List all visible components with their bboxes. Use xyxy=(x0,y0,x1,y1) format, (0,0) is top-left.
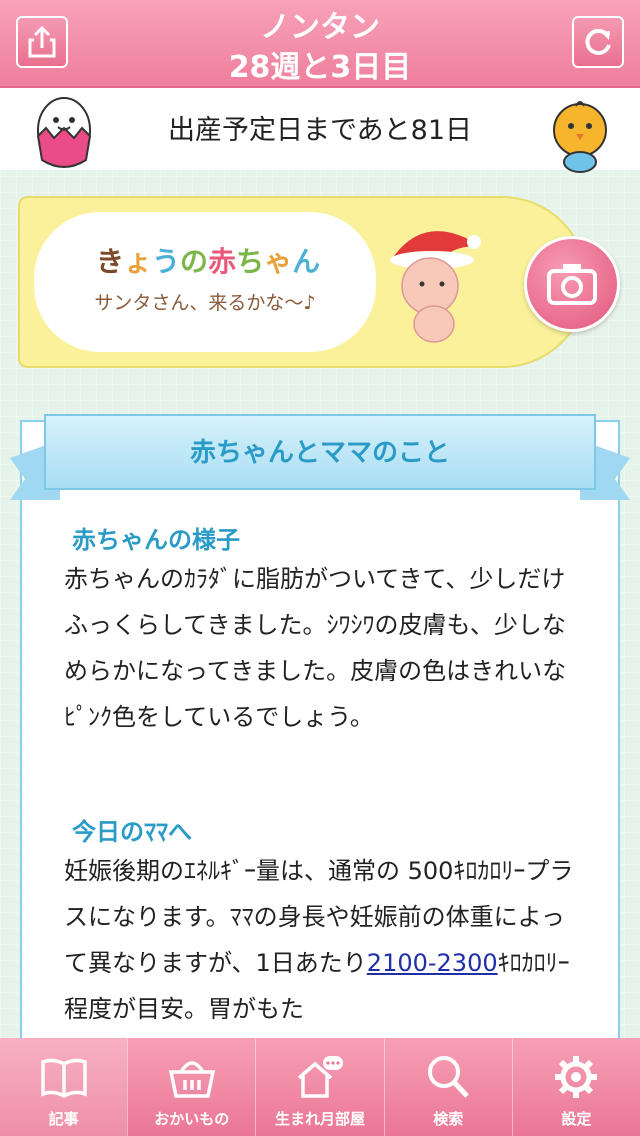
tab-settings[interactable]: 設定 xyxy=(511,1038,640,1136)
mama-today-title: 今日のﾏﾏへ xyxy=(72,818,192,846)
gear-icon xyxy=(555,1056,598,1098)
camera-icon xyxy=(547,264,597,305)
baby-status-title: 赤ちゃんの様子 xyxy=(72,526,240,554)
todays-baby-title: きょうの赤ちゃん xyxy=(96,240,320,280)
title-char: う xyxy=(152,245,181,278)
house-chat-icon xyxy=(297,1056,343,1098)
book-icon xyxy=(40,1058,87,1098)
title-char: ょ xyxy=(124,245,153,278)
title-char: の xyxy=(180,245,209,278)
tab-label: おかいもの xyxy=(154,1110,230,1128)
baby-status-body: 赤ちゃんのｶﾗﾀﾞに脂肪がついてきて、少しだけふっくらしてきました。ｼﾜｼﾜの皮… xyxy=(64,565,567,731)
message-cloud xyxy=(40,218,370,346)
tab-shopping[interactable]: おかいもの xyxy=(127,1038,255,1136)
tab-search[interactable]: 検索 xyxy=(383,1038,512,1136)
tab-label: 検索 xyxy=(433,1110,464,1128)
basket-icon xyxy=(168,1061,215,1098)
search-icon xyxy=(428,1056,470,1098)
camera-button[interactable] xyxy=(524,236,620,332)
due-date-countdown: 出産予定日まであと81日 xyxy=(167,115,473,146)
mama-today-body: 妊娠後期のｴﾈﾙｷﾞｰ量は、通常の 500ｷﾛｶﾛﾘｰプラスになります。ﾏﾏの身… xyxy=(64,848,584,1034)
title-char: 赤 xyxy=(208,245,237,278)
title-char: ん xyxy=(292,245,321,278)
share-button[interactable] xyxy=(16,16,68,68)
share-icon xyxy=(28,25,56,58)
santa-baby-icon xyxy=(390,231,481,343)
title-char: き xyxy=(96,245,125,278)
refresh-icon xyxy=(585,28,611,55)
baby-message: サンタさん、来るかな〜♪ xyxy=(94,292,316,314)
pregnancy-week: 28週と3日目 xyxy=(228,50,412,85)
tab-label: 記事 xyxy=(48,1110,79,1128)
title-char: ち xyxy=(236,245,265,278)
calorie-link[interactable]: 2100-2300 xyxy=(367,949,498,977)
tab-birth-month-room[interactable]: 生まれ月部屋 xyxy=(255,1038,383,1136)
section-header: 赤ちゃんとママのこと xyxy=(189,438,450,468)
tab-label: 生まれ月部屋 xyxy=(275,1110,366,1128)
refresh-button[interactable] xyxy=(572,16,624,68)
tab-label: 設定 xyxy=(561,1110,592,1128)
title-char: ゃ xyxy=(264,245,293,278)
chick-character-icon xyxy=(553,101,607,173)
egg-character-icon xyxy=(36,97,92,168)
tab-bar: 記事 おかいもの 生まれ月部屋 検索 設定 xyxy=(0,1038,640,1136)
page-title: ノンタン xyxy=(260,10,380,45)
tab-articles[interactable]: 記事 xyxy=(0,1038,128,1136)
